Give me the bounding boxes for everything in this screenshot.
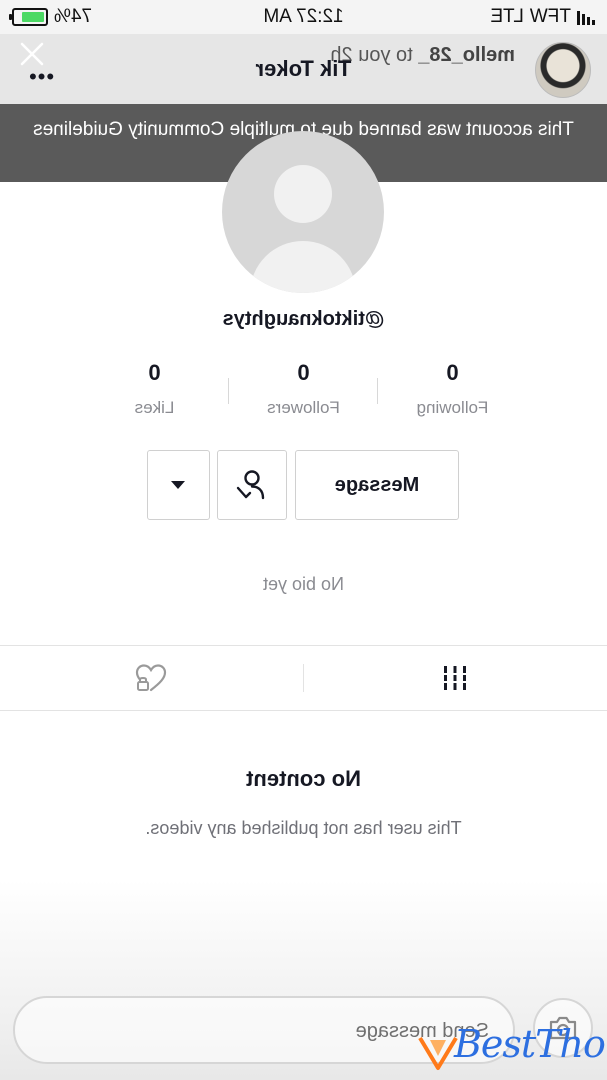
locked-heart-icon [136,664,167,692]
profile-stats: 0 Following 0 Followers 0 Likes [80,360,527,424]
close-icon[interactable] [18,40,46,68]
tab-videos[interactable] [304,646,607,710]
tab-divider [303,664,304,692]
watermark-logo: BestThot [410,1016,607,1076]
user-check-icon [236,470,265,500]
stat-value: 0 [446,360,459,385]
watermark-text: BestThot [454,1022,607,1066]
empty-state-title: No content [246,766,361,791]
stat-value: 0 [297,360,310,385]
mirrored-screen: TFW LTE 12:27 AM 74% mello_28_ to you 2h… [0,0,607,1080]
stat-label: Followers [267,398,340,417]
grid-icon [443,666,468,690]
battery-percent: 74% [54,6,93,27]
message-button[interactable]: Message [295,450,459,520]
profile-handle: @tiktoknaughtys [222,308,385,330]
status-right: 74% [12,6,92,28]
follow-button[interactable] [217,450,287,520]
caret-down-icon [171,481,186,489]
empty-state-subtitle: This user has not published any videos. [145,818,462,838]
default-avatar [222,131,384,293]
tab-liked[interactable] [0,646,303,710]
page-title: Tik Toker [255,56,352,81]
stat-label: Following [416,398,489,417]
stat-following[interactable]: 0 Following [378,360,527,418]
profile-bio: No bio yet [262,574,345,594]
stat-likes[interactable]: 0 Likes [80,360,229,418]
battery-icon [12,8,48,26]
suggested-accounts-button[interactable] [147,450,210,520]
stat-value: 0 [148,360,161,385]
stat-followers[interactable]: 0 Followers [229,360,378,418]
stat-label: Likes [134,398,175,417]
status-bar: TFW LTE 12:27 AM 74% [0,0,607,34]
story-header: mello_28_ to you 2h Tik Toker ••• [0,34,607,104]
profile-tabs [0,645,607,711]
